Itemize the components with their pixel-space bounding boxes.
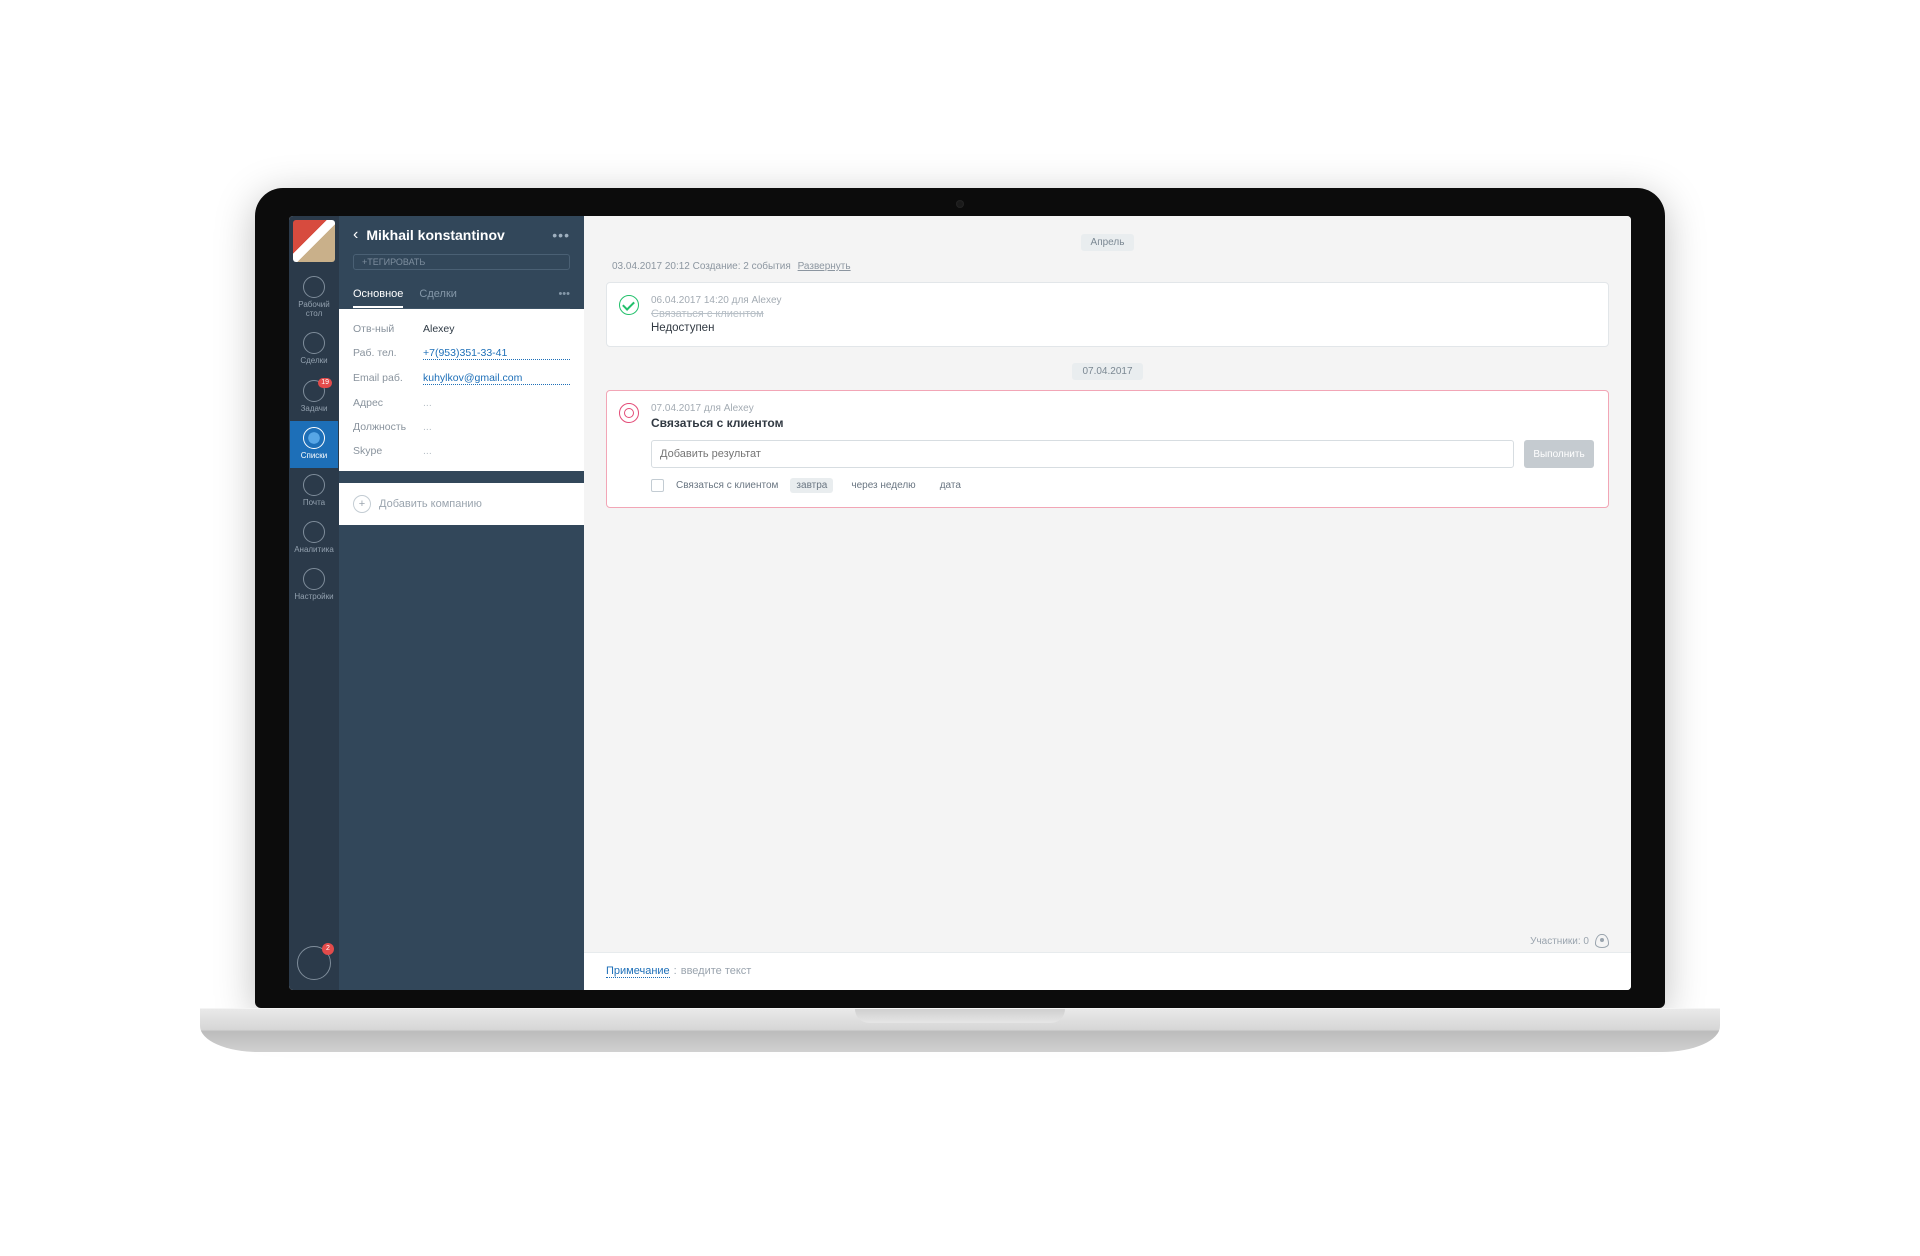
back-button[interactable]: ‹ [353,226,358,244]
field-row: Должность... [353,415,570,439]
field-row: Раб. тел.+7(953)351-33-41 [353,341,570,366]
log-line: 03.04.2017 20:12 Создание: 2 события Раз… [612,261,1609,272]
contact-fields: Отв-ныйAlexey Раб. тел.+7(953)351-33-41 … [339,309,584,471]
nav-label: Почта [303,498,325,507]
nav-label: Аналитика [294,545,334,554]
tabs-more-button[interactable]: ••• [558,282,570,308]
plus-icon: + [353,495,371,513]
check-icon [303,380,325,402]
tab-deals[interactable]: Сделки [419,282,457,308]
field-row: Адрес... [353,391,570,415]
field-position[interactable]: ... [423,421,570,433]
contact-name: Mikhail konstantinov [366,227,544,243]
eye-icon [1595,934,1609,948]
reschedule-label: Связаться с клиентом [676,480,778,491]
field-phone[interactable]: +7(953)351-33-41 [423,347,570,360]
opt-date[interactable]: дата [934,478,967,493]
clock-icon [619,403,639,423]
field-email[interactable]: kuhylkov@gmail.com [423,372,570,385]
laptop-base [200,1008,1720,1052]
field-row: Email раб.kuhylkov@gmail.com [353,366,570,391]
field-skype[interactable]: ... [423,445,570,457]
timeline: Апрель 03.04.2017 20:12 Создание: 2 собы… [584,216,1631,926]
note-label: Примечание [606,965,670,978]
task-title: Связаться с клиентом [651,416,1594,430]
date-pill: 07.04.2017 [1072,363,1142,380]
field-row: Отв-ныйAlexey [353,317,570,341]
nav-analytics[interactable]: Аналитика [290,515,338,562]
laptop-screen: Рабочий стол Сделки Задачи Списки Почта … [255,188,1665,1008]
task-meta: 07.04.2017 для Alexey [651,403,1594,414]
gear-icon [303,568,325,590]
nav-label: Рабочий стол [298,300,329,318]
panel-tabs: Основное Сделки ••• [353,282,570,309]
add-tag-button[interactable]: +ТЕГИРОВАТЬ [353,254,570,270]
task-strike-title: Связаться с клиентом [651,308,1594,320]
participants-bar[interactable]: Участники: 0 [1530,926,1631,952]
note-bar[interactable]: Примечание: введите текст [584,952,1631,990]
field-responsible[interactable]: Alexey [423,323,570,335]
nav-settings[interactable]: Настройки [290,562,338,609]
task-complete-button[interactable]: Выполнить [1524,440,1594,468]
crm-app: Рабочий стол Сделки Задачи Списки Почта … [289,216,1631,990]
log-expand[interactable]: Развернуть [798,261,851,272]
log-text: 03.04.2017 20:12 Создание: 2 события [612,261,791,272]
nav-lists[interactable]: Списки [290,421,338,468]
dollar-icon [303,332,325,354]
nav-deals[interactable]: Сделки [290,326,338,373]
desktop-icon [303,276,325,298]
add-company-label: Добавить компанию [379,498,482,510]
mail-icon [303,474,325,496]
task-status: Недоступен [651,322,1594,334]
note-placeholder: введите текст [681,965,752,978]
nav-label: Задачи [301,404,328,413]
analytics-icon [303,521,325,543]
tab-main[interactable]: Основное [353,282,403,308]
field-address[interactable]: ... [423,397,570,409]
nav-label: Сделки [300,356,327,365]
field-row: Skype... [353,439,570,463]
add-company-button[interactable]: + Добавить компанию [339,483,584,525]
opt-week[interactable]: через неделю [845,478,921,493]
nav-mail[interactable]: Почта [290,468,338,515]
contact-menu-button[interactable]: ••• [552,227,570,243]
laptop-mockup: Рабочий стол Сделки Задачи Списки Почта … [255,188,1665,1068]
opt-tomorrow[interactable]: завтра [790,478,833,493]
active-task-card: 07.04.2017 для Alexey Связаться с клиент… [606,390,1609,508]
people-icon [303,427,325,449]
task-meta: 06.04.2017 14:20 для Alexey [651,295,1594,306]
nav-chat[interactable] [297,946,331,980]
month-pill: Апрель [1081,234,1135,251]
user-avatar[interactable] [293,220,335,262]
check-circle-icon [619,295,639,315]
nav-label: Настройки [294,592,333,601]
main-area: Апрель 03.04.2017 20:12 Создание: 2 собы… [584,216,1631,990]
completed-task-card: 06.04.2017 14:20 для Alexey Связаться с … [606,282,1609,347]
nav-label: Списки [301,451,328,460]
participants-label: Участники: 0 [1530,936,1589,947]
nav-tasks[interactable]: Задачи [290,374,338,421]
reschedule-checkbox[interactable] [651,479,664,492]
nav-desktop[interactable]: Рабочий стол [290,270,338,326]
contact-panel: ‹ Mikhail konstantinov ••• +ТЕГИРОВАТЬ О… [339,216,584,990]
nav-rail: Рабочий стол Сделки Задачи Списки Почта … [289,216,339,990]
task-result-input[interactable] [651,440,1514,468]
